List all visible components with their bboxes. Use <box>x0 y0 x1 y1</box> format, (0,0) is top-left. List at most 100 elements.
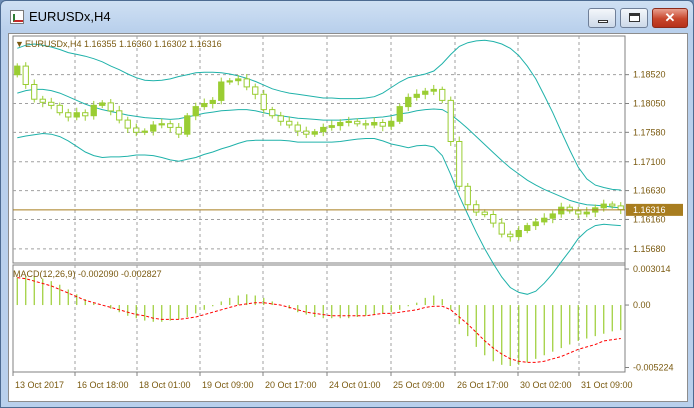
x-tick-label: 19 Oct 09:00 <box>202 380 254 390</box>
candle-body <box>413 93 420 98</box>
candle-body <box>558 206 565 215</box>
chart-window-icon[interactable] <box>10 10 24 24</box>
y-tick-label: 1.18520 <box>633 70 666 80</box>
triangle-icon: ▼ <box>15 39 24 49</box>
candle-body <box>158 123 165 126</box>
price-info-label: EURUSDx,H4 1.16355 1.16360 1.16302 1.163… <box>25 39 222 49</box>
window-title: EURUSDx,H4 <box>29 9 111 24</box>
candle-body <box>362 123 369 126</box>
candle-body <box>303 130 310 135</box>
candle-body <box>260 93 267 111</box>
x-tick-label: 20 Oct 17:00 <box>265 380 317 390</box>
bollinger-bands <box>17 39 621 295</box>
minimize-button[interactable] <box>588 8 616 28</box>
y-tick-label: 1.18050 <box>633 98 666 108</box>
candles <box>14 62 624 242</box>
candle-body <box>507 233 514 238</box>
candle-body <box>116 110 123 121</box>
candle-body <box>456 141 463 187</box>
candle-body <box>345 120 352 124</box>
candle-body <box>422 90 429 95</box>
candle-body <box>235 78 242 82</box>
candle-body <box>490 214 497 224</box>
macd-frame <box>12 264 626 373</box>
x-tick-label: 13 Oct 2017 <box>15 380 64 390</box>
candle-body <box>464 185 471 206</box>
candle-body <box>141 130 148 133</box>
macd-y-tick-label: 0.00 <box>633 300 651 310</box>
candle-body <box>56 104 63 114</box>
candle-body <box>447 99 454 142</box>
candle-body <box>617 205 624 211</box>
candle-body <box>600 203 607 209</box>
candle-body <box>294 124 301 132</box>
minimize-icon <box>598 20 608 23</box>
candle-body <box>354 120 361 125</box>
candle-body <box>498 222 505 235</box>
candle-body <box>549 213 556 219</box>
candle-body <box>192 106 199 117</box>
y-tick-label: 1.17580 <box>633 127 666 137</box>
candle-body <box>286 120 293 126</box>
candle-body <box>252 86 259 95</box>
candle-body <box>481 211 488 216</box>
close-button[interactable]: ✕ <box>652 8 688 28</box>
title-bar[interactable]: EURUSDx,H4 ✕ <box>1 1 693 33</box>
candle-body <box>65 112 72 118</box>
macd-y-tick-label: -0.005224 <box>633 363 674 373</box>
x-tick-label: 26 Oct 17:00 <box>457 380 509 390</box>
x-tick-label: 25 Oct 09:00 <box>393 380 445 390</box>
current-price-line: 1.16316 <box>13 203 683 216</box>
candle-body <box>107 102 114 112</box>
candle-body <box>226 80 233 83</box>
candle-body <box>48 101 55 106</box>
bollinger-upper-line <box>17 39 621 191</box>
candle-body <box>396 106 403 122</box>
current-price-label: 1.16316 <box>633 205 666 215</box>
y-tick-label: 1.16630 <box>633 186 666 196</box>
candle-body <box>524 225 531 232</box>
candle-body <box>609 203 616 207</box>
macd-info-label: MACD(12,26,9) -0.002090 -0.002827 <box>13 269 162 279</box>
candle-body <box>184 115 191 135</box>
maximize-button[interactable] <box>620 8 648 28</box>
close-icon: ✕ <box>664 10 676 25</box>
candle-body <box>31 84 38 100</box>
chart-window: EURUSDx,H4 ✕ 1.16316 13 Oct 2017 16 Oct 1… <box>0 0 694 408</box>
candle-body <box>73 112 80 118</box>
macd-signal-line <box>17 277 621 363</box>
x-tick-label: 18 Oct 01:00 <box>139 380 191 390</box>
maximize-icon <box>629 13 640 22</box>
candle-body <box>541 217 548 223</box>
candle-body <box>82 112 89 117</box>
candle-body <box>371 122 378 126</box>
candle-body <box>175 126 182 135</box>
candle-body <box>90 104 97 117</box>
y-tick-label: 1.15680 <box>633 244 666 254</box>
price-frame <box>12 35 626 264</box>
x-tick-label: 16 Oct 18:00 <box>77 380 129 390</box>
macd-y-tick-label: 0.003014 <box>633 264 671 274</box>
candle-body <box>133 127 140 133</box>
candle-body <box>39 98 46 103</box>
price-chart[interactable]: 1.16316 13 Oct 2017 16 Oct 18:00 18 Oct 01… <box>9 34 687 401</box>
candle-body <box>124 119 131 129</box>
candle-body <box>243 78 250 88</box>
candle-body <box>430 88 437 92</box>
y-tick-label: 1.17100 <box>633 157 666 167</box>
candle-body <box>583 211 590 215</box>
candle-body <box>14 65 21 76</box>
y-tick-label: 1.16160 <box>633 214 666 224</box>
candle-body <box>311 131 318 135</box>
candle-body <box>209 99 216 105</box>
candle-body <box>320 126 327 133</box>
candle-body <box>439 88 446 101</box>
candle-body <box>379 122 386 127</box>
candle-body <box>22 65 29 85</box>
x-tick-label: 24 Oct 01:00 <box>329 380 381 390</box>
candle-body <box>515 230 522 238</box>
candle-body <box>201 103 208 108</box>
chart-area[interactable]: 1.16316 13 Oct 2017 16 Oct 18:00 18 Oct 01… <box>8 33 688 402</box>
candle-body <box>532 221 539 227</box>
candle-body <box>99 102 106 106</box>
